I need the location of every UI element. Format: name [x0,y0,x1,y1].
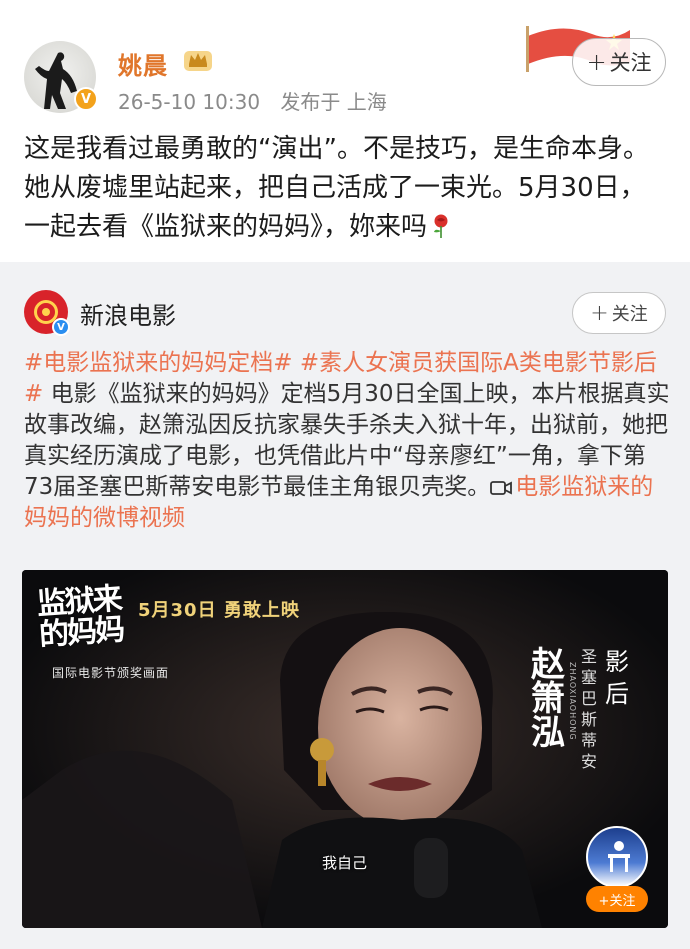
follow-button[interactable]: + 关注 [572,38,666,86]
author-name[interactable]: 姚晨 [118,46,168,81]
repost-text: #电影监狱来的妈妈定档# #素人女演员获国际A类电影节影后# 电影《监狱来的妈妈… [24,348,670,534]
movie-logo: 监狱来的妈妈 [35,581,125,654]
video-caption: 国际电影节颁奖画面 [52,666,170,680]
repost-author-name[interactable]: 新浪电影 [80,296,176,331]
post-meta: 26-5-10 10:30 发布于 上海 [118,86,401,115]
follow-label: 关注 [609,51,652,75]
author-avatar[interactable]: V [24,41,98,113]
festival-name: 圣塞巴斯蒂安 [580,647,597,771]
video-player[interactable]: 监狱来的妈妈 5月30日 勇敢上映 国际电影节颁奖画面 赵箫泓 ZHAOXIAO… [22,570,668,928]
repost-card[interactable]: V 新浪电影 + 关注 #电影监狱来的妈妈定档# #素人女演员获国际A类电影节影… [0,262,690,949]
vip-badge: V [74,87,98,111]
hashtag-link[interactable]: #电影监狱来的妈妈定档# [24,350,293,376]
channel-follow-button[interactable]: +关注 [586,886,648,912]
repost-follow-label: 关注 [611,304,648,325]
repost-follow-button[interactable]: + 关注 [572,292,666,334]
crown-icon [184,51,212,71]
plus-icon: + [586,48,607,76]
release-date-text: 5月30日 勇敢上映 [138,600,300,621]
actress-name: 赵箫泓 [531,645,565,753]
verified-badge: V [52,318,70,336]
award-title: 影后 [605,648,629,708]
weibo-post: V 姚晨 26-5-10 10:30 发布于 上海 + 关注 这是我看过最勇敢的… [0,0,690,262]
post-text: 这是我看过最勇敢的“演出”。不是技巧，是生命本身。她从废墟里站起来，把自己活成了… [24,130,664,247]
channel-avatar[interactable] [586,826,648,888]
rose-emoji-icon [434,214,448,238]
video-camera-icon [490,481,513,495]
post-time: 26-5-10 10:30 [118,90,261,114]
actress-pinyin: ZHAOXIAOHONG [568,662,577,741]
post-body: 这是我看过最勇敢的“演出”。不是技巧，是生命本身。她从废墟里站起来，把自己活成了… [24,134,649,242]
post-location: 发布于 上海 [280,90,387,114]
plus-icon: + [590,300,609,326]
video-subtitle: 我自己 [322,854,368,872]
